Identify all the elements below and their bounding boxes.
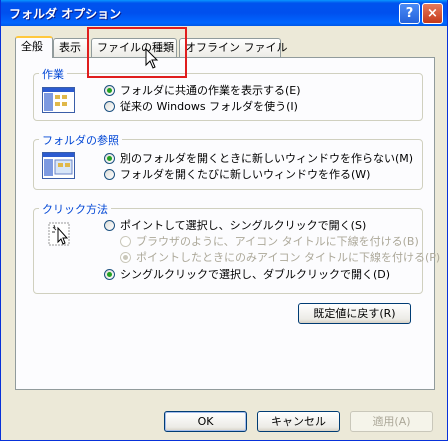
general-tab-panel: 作業 フォルダに共通の作業を表示する(E) 従来の Windows フォルダを使… — [15, 57, 440, 390]
tab-general[interactable]: 全般 — [15, 36, 53, 58]
radio-indicator[interactable] — [120, 236, 131, 247]
radio-label: 従来の Windows フォルダを使う(I) — [120, 100, 298, 113]
radio-indicator[interactable] — [104, 153, 115, 164]
radio-label: シングルクリックで選択し、ダブルクリックで開く(D) — [120, 268, 391, 281]
radio-label: フォルダに共通の作業を表示する(E) — [120, 84, 301, 97]
radio-label: ポイントしたときにのみアイコン タイトルに下線を付ける(P) — [136, 251, 441, 264]
mouse-pointer-icon — [145, 47, 159, 73]
apply-button[interactable]: 適用(A) — [350, 411, 433, 432]
radio-indicator[interactable] — [104, 101, 115, 112]
radio-indicator[interactable] — [104, 169, 115, 180]
browse-window-icon — [42, 152, 75, 182]
close-button[interactable]: × — [422, 3, 443, 24]
radio-label: ポイントして選択し、シングルクリックで開く(S) — [120, 219, 367, 232]
click-group-title: クリック方法 — [39, 201, 111, 217]
click-cursor-icon — [48, 222, 72, 251]
folder-options-dialog: フォルダ オプション ? × 全般 表示 ファイルの種類 オフライン ファイル … — [0, 0, 448, 441]
click-method-group: クリック方法 ポイントして選択し、シングルクリックで開く(S) ブラウザのように… — [33, 201, 440, 294]
radio-label: ブラウザのように、アイコン タイトルに下線を付ける(B) — [136, 235, 419, 248]
radio-indicator[interactable] — [120, 252, 131, 263]
radio-label: フォルダを開くたびに新しいウィンドウを作る(W) — [120, 168, 371, 181]
help-button[interactable]: ? — [399, 3, 420, 24]
tab-view[interactable]: 表示 — [53, 38, 89, 57]
radio-indicator[interactable] — [104, 269, 115, 280]
tab-file-types[interactable]: ファイルの種類 — [91, 38, 177, 57]
radio-label: 別のフォルダを開くときに新しいウィンドウを作らない(M) — [120, 152, 414, 165]
restore-defaults-button[interactable]: 既定値に戻す(R) — [298, 303, 411, 324]
tasks-group-title: 作業 — [39, 66, 67, 82]
cancel-button[interactable]: キャンセル — [257, 411, 340, 432]
ok-button[interactable]: OK — [164, 411, 247, 432]
radio-indicator[interactable] — [104, 220, 115, 231]
window-title: フォルダ オプション — [9, 7, 122, 21]
title-bar[interactable]: フォルダ オプション ? × — [1, 0, 447, 26]
radio-indicator[interactable] — [104, 85, 115, 96]
tasks-group: 作業 フォルダに共通の作業を表示する(E) 従来の Windows フォルダを使… — [33, 66, 423, 121]
tasks-pane-icon — [42, 87, 75, 116]
tab-offline-files[interactable]: オフライン ファイル — [179, 38, 288, 57]
browse-folders-group: フォルダの参照 別のフォルダを開くときに新しいウィンドウを作らない(M) フォル… — [33, 132, 423, 190]
browse-group-title: フォルダの参照 — [39, 132, 122, 148]
